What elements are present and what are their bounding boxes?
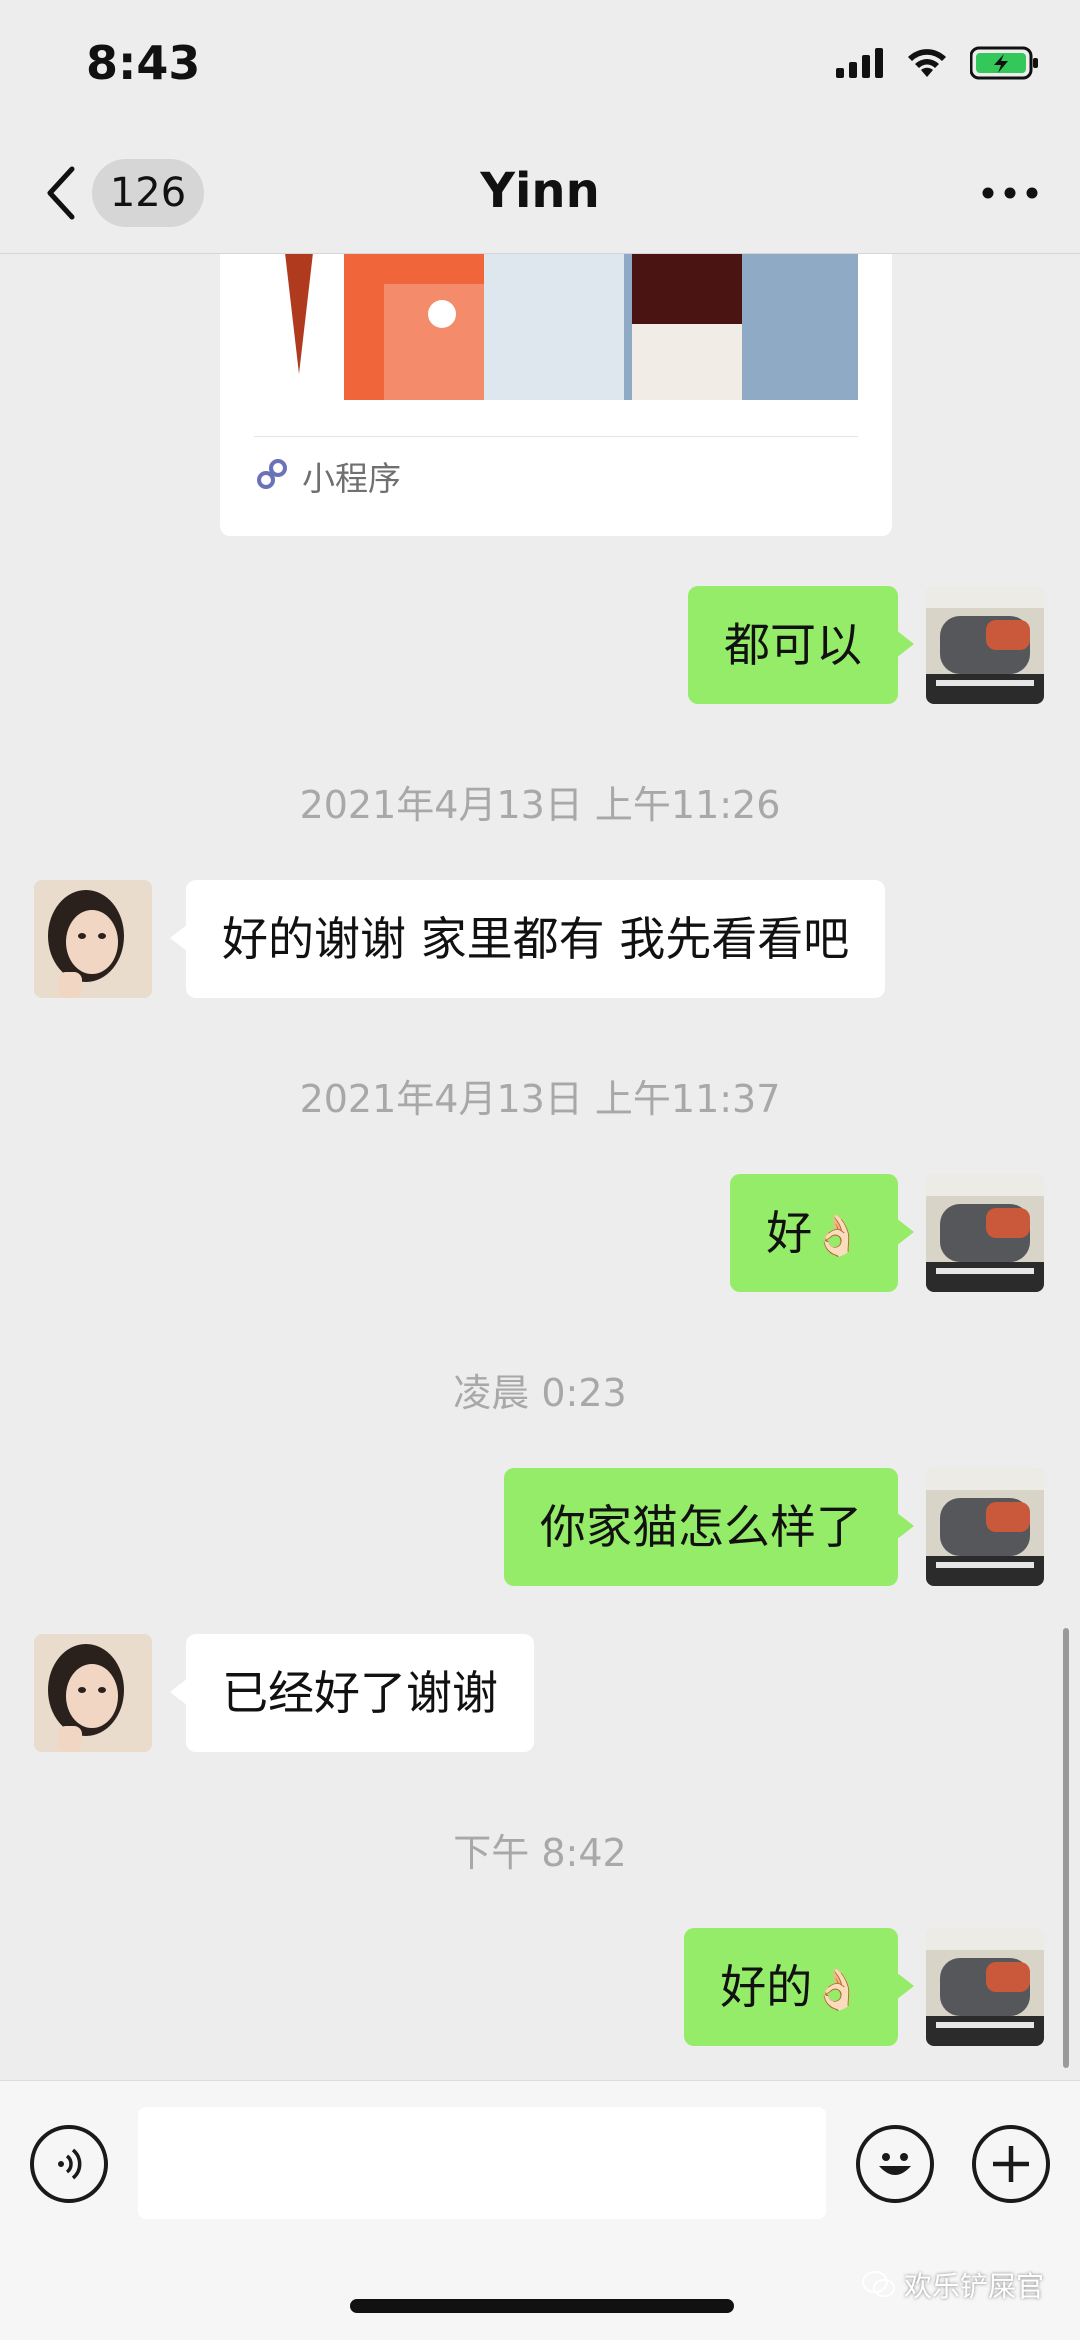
mini-program-divider (254, 436, 858, 437)
more-horizontal-icon[interactable] (980, 183, 1040, 203)
input-bar: 欢乐铲屎官 (0, 2080, 1080, 2340)
timestamp: 凌晨 0:23 (453, 1371, 627, 1415)
mini-program-thumbnail (254, 254, 858, 400)
watermark-text: 欢乐铲屎官 (903, 2270, 1044, 2303)
status-icons (836, 46, 1040, 80)
outgoing-message-bubble[interactable]: 你家猫怎么样了 (504, 1468, 914, 1586)
chat-title: Yinn (480, 163, 600, 219)
contact-avatar[interactable] (34, 880, 152, 998)
ok-hand-emoji: 👌🏻 (812, 1213, 862, 1259)
timestamp: 2021年4月13日 上午11:26 (299, 783, 781, 827)
incoming-message-bubble[interactable]: 好的谢谢 家里都有 我先看看吧 (169, 880, 886, 998)
voice-icon (58, 2148, 82, 2180)
plus-button[interactable] (972, 2125, 1050, 2203)
timestamp: 2021年4月13日 上午11:37 (299, 1077, 781, 1121)
chat-messages[interactable]: 小程序 都可以 2021年4月13日 上午11:26 好的谢谢 家里都有 我先看… (0, 254, 1080, 2080)
voice-button[interactable] (30, 2125, 108, 2203)
battery-charging-icon (970, 46, 1038, 80)
signal-icon (836, 48, 883, 78)
home-indicator[interactable] (350, 2299, 734, 2313)
plus-circle-icon (993, 2146, 1029, 2182)
wifi-icon (908, 49, 946, 77)
my-avatar[interactable] (926, 1468, 1044, 1586)
smiley-icon (879, 2153, 911, 2175)
outgoing-message-bubble[interactable]: 好的👌🏻 (684, 1928, 914, 2046)
status-bar: 8:43 (0, 0, 1080, 135)
chat-header: 126 Yinn (0, 135, 1080, 254)
wechat-logo-icon (861, 2271, 895, 2297)
emoji-button[interactable] (856, 2125, 934, 2203)
my-avatar[interactable] (926, 1928, 1044, 2046)
incoming-message-bubble[interactable]: 已经好了谢谢 (170, 1634, 534, 1752)
message-text: 好的 (720, 1960, 813, 2014)
message-text: 好 (766, 1206, 813, 1260)
timestamp: 下午 8:42 (453, 1831, 627, 1875)
status-time: 8:43 (86, 36, 201, 90)
outgoing-message-bubble[interactable]: 都可以 (688, 586, 914, 704)
my-avatar[interactable] (926, 586, 1044, 704)
ok-hand-emoji: 👌🏻 (812, 1967, 862, 2013)
my-avatar[interactable] (926, 1174, 1044, 1292)
mini-program-icon (257, 459, 287, 489)
mini-program-card[interactable]: 小程序 (220, 254, 892, 536)
scrollbar[interactable] (1063, 1628, 1069, 2068)
outgoing-message-bubble[interactable]: 好👌🏻 (730, 1174, 914, 1292)
mini-program-label: 小程序 (302, 459, 401, 498)
message-text: 都可以 (724, 618, 862, 672)
message-text: 已经好了谢谢 (222, 1666, 498, 1720)
contact-avatar[interactable] (34, 1634, 152, 1752)
message-input[interactable] (138, 2107, 826, 2219)
message-text: 好的谢谢 家里都有 我先看看吧 (222, 912, 850, 966)
watermark: 欢乐铲屎官 (861, 2265, 1044, 2305)
message-text: 你家猫怎么样了 (540, 1500, 862, 1554)
